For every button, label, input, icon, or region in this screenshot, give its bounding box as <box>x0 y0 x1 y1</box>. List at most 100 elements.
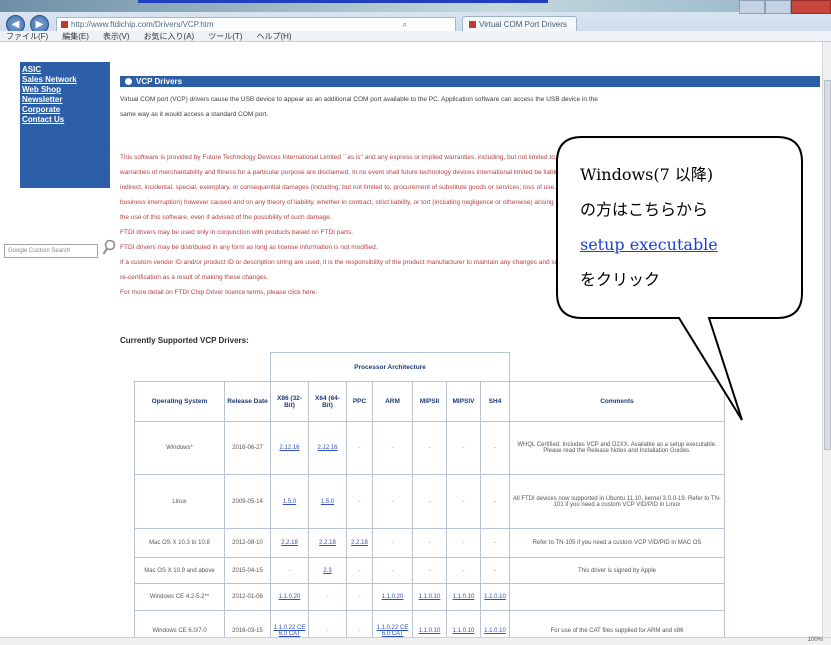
col-header: Release Date <box>224 381 271 422</box>
comment-cell <box>509 583 725 611</box>
driver-link[interactable]: 1.1.0.10 <box>446 583 481 611</box>
section-title: VCP Drivers <box>136 77 183 86</box>
driver-cell: - <box>446 557 481 584</box>
driver-link[interactable]: 1.1.0.20 <box>270 583 309 611</box>
section-header: VCP Drivers <box>120 76 820 87</box>
menu-bar: ファイル(F) 編集(E) 表示(V) お気に入り(A) ツール(T) ヘルプ(… <box>0 31 831 42</box>
col-header: X64 (64-Bit) <box>308 381 347 422</box>
driver-link[interactable]: 2.2.18 <box>308 528 347 558</box>
driver-link[interactable]: 1.5.0 <box>308 474 347 529</box>
col-header: Comments <box>509 381 725 422</box>
callout-line: をクリック <box>580 270 661 289</box>
os-cell: Mac OS X 10.9 and above <box>134 557 225 584</box>
navigation-bar: ◀ ▶ http://www.ftdichip.com/Drivers/VCP.… <box>0 13 831 34</box>
driver-link[interactable]: 2.12.16 <box>270 421 309 475</box>
top-link-underline <box>138 0 548 3</box>
col-header: SH4 <box>480 381 510 422</box>
table-corner-right <box>509 352 725 382</box>
col-header: MIPSII <box>412 381 447 422</box>
minimize-button[interactable] <box>739 0 765 14</box>
driver-link[interactable]: 1.5.0 <box>270 474 309 529</box>
driver-link[interactable]: 2.2.18 <box>270 528 309 558</box>
driver-cell: - <box>412 421 447 475</box>
search-input[interactable]: Google Custom Search <box>4 244 98 258</box>
sidebar-item-newsletter[interactable]: Newsletter <box>22 95 108 105</box>
driver-cell: - <box>446 421 481 475</box>
menu-tools[interactable]: ツール(T) <box>208 31 242 41</box>
sidebar-nav: ASIC Sales Network Web Shop Newsletter C… <box>20 62 110 188</box>
driver-link[interactable]: 1.1.0.10 <box>480 583 510 611</box>
driver-link[interactable]: 1.1.0.20 <box>372 583 413 611</box>
table-row: Windows CE 4.2-5.2** 2012-01-06 1.1.0.20… <box>134 583 725 611</box>
driver-cell: - <box>412 557 447 584</box>
driver-cell: - <box>346 583 373 611</box>
arch-group-header: Processor Architecture <box>270 352 510 382</box>
sidebar-item-contact-us[interactable]: Contact Us <box>22 115 108 125</box>
driver-link[interactable]: 1.1.0.10 <box>412 583 447 611</box>
bullet-icon <box>125 78 132 85</box>
os-cell: Windows* <box>134 421 225 475</box>
browser-chrome: ◀ ▶ http://www.ftdichip.com/Drivers/VCP.… <box>0 0 831 42</box>
favicon-icon <box>61 21 68 28</box>
sidebar-item-asic[interactable]: ASIC <box>22 65 108 75</box>
callout-text: Windows(7 以降) の方はこちらから setup executable … <box>580 157 790 297</box>
left-sidebar: ASIC Sales Network Web Shop Newsletter C… <box>0 42 117 645</box>
comment-cell: This driver is signed by Apple <box>509 557 725 584</box>
intro-line: Virtual COM port (VCP) drivers cause the… <box>120 96 598 103</box>
sidebar-item-web-shop[interactable]: Web Shop <box>22 85 108 95</box>
menu-favorites[interactable]: お気に入り(A) <box>144 31 195 41</box>
main-content: VCP Drivers Virtual COM port (VCP) drive… <box>120 42 822 645</box>
menu-file[interactable]: ファイル(F) <box>6 31 48 41</box>
driver-link[interactable]: 2.2.18 <box>346 528 373 558</box>
col-header: PPC <box>346 381 373 422</box>
tab-favicon-icon <box>469 21 476 28</box>
driver-cell: - <box>480 474 510 529</box>
col-header: X86 (32-Bit) <box>270 381 309 422</box>
scrollbar-thumb[interactable] <box>824 80 831 450</box>
date-cell: 2012-01-06 <box>224 583 271 611</box>
driver-cell: - <box>308 583 347 611</box>
col-header: ARM <box>372 381 413 422</box>
comment-cell: All FTDI devices now supported in Ubuntu… <box>509 474 725 529</box>
table-row: Windows* 2016-06-27 2.12.16 2.12.16 - - … <box>134 421 725 475</box>
driver-cell: - <box>372 557 413 584</box>
col-header: Operating System <box>134 381 225 422</box>
title-bar <box>0 0 831 14</box>
menu-help[interactable]: ヘルプ(H) <box>256 31 291 41</box>
setup-executable-link[interactable]: setup executable <box>580 227 790 262</box>
drivers-table: Processor Architecture Operating System … <box>134 352 725 645</box>
sidebar-item-sales-network[interactable]: Sales Network <box>22 75 108 85</box>
table-row: Mac OS X 10.3 to 10.8 2012-08-10 2.2.18 … <box>134 528 725 558</box>
menu-edit[interactable]: 編集(E) <box>62 31 89 41</box>
driver-cell: - <box>446 474 481 529</box>
sidebar-item-corporate[interactable]: Corporate <box>22 105 108 115</box>
driver-cell: - <box>480 421 510 475</box>
driver-cell: - <box>346 557 373 584</box>
window-controls <box>739 0 831 14</box>
date-cell: 2016-06-27 <box>224 421 271 475</box>
vertical-scrollbar[interactable] <box>822 42 831 638</box>
maximize-button[interactable] <box>765 0 791 14</box>
table-row: Linux 2009-05-14 1.5.0 1.5.0 - - - - - A… <box>134 474 725 529</box>
driver-cell: - <box>270 557 309 584</box>
callout-line: の方はこちらから <box>580 200 709 219</box>
zoom-level[interactable]: 100% <box>808 637 823 643</box>
driver-cell: - <box>480 528 510 558</box>
table-row: Mac OS X 10.9 and above 2015-04-15 - 2.3… <box>134 557 725 584</box>
comment-cell: WHQL Certified. Includes VCP and D2XX. A… <box>509 421 725 475</box>
driver-cell: - <box>412 474 447 529</box>
driver-cell: - <box>346 474 373 529</box>
menu-view[interactable]: 表示(V) <box>103 31 130 41</box>
os-cell: Mac OS X 10.3 to 10.8 <box>134 528 225 558</box>
col-header: MIPSIV <box>446 381 481 422</box>
close-button[interactable] <box>791 0 831 14</box>
date-cell: 2015-04-15 <box>224 557 271 584</box>
driver-link[interactable]: 2.3 <box>308 557 347 584</box>
callout-line: Windows(7 以降) <box>580 165 714 184</box>
date-cell: 2012-08-10 <box>224 528 271 558</box>
driver-link[interactable]: 2.12.16 <box>308 421 347 475</box>
address-bar[interactable]: http://www.ftdichip.com/Drivers/VCP.htm … <box>56 17 456 32</box>
search-icon[interactable] <box>102 239 117 259</box>
search-icon[interactable]: ⌕ <box>403 18 407 31</box>
driver-cell: - <box>412 528 447 558</box>
